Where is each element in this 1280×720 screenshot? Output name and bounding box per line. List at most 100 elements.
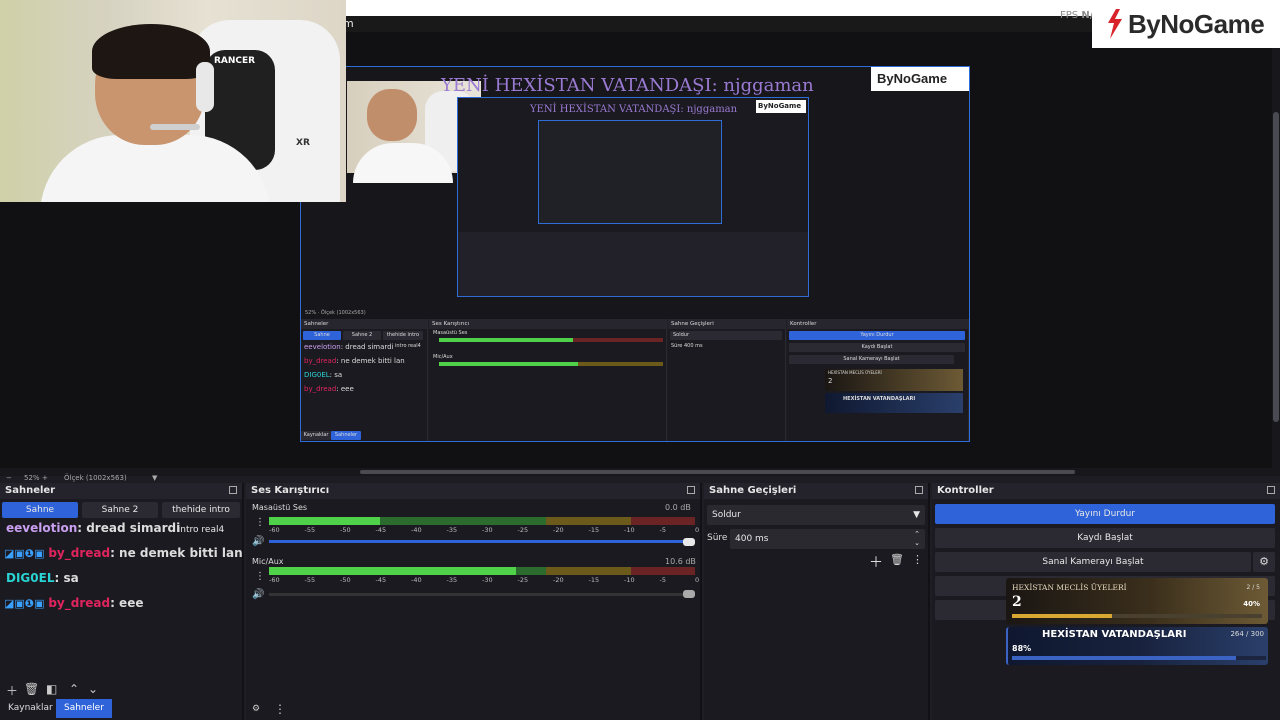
trash-icon[interactable]: 🗑 (890, 553, 904, 566)
move-down-icon[interactable]: ⌄ (88, 682, 98, 696)
move-up-icon[interactable]: ⌃ (69, 682, 79, 696)
chat-message: : ne demek bitti lan (110, 546, 243, 560)
scale-dropdown-icon[interactable]: ▼ (152, 474, 157, 482)
council-count: 2 / 5 (1246, 584, 1260, 591)
duration-input[interactable]: 400 ms ⌃ ⌄ (730, 529, 925, 549)
council-progress (1012, 614, 1262, 618)
zoom-minus-icon[interactable]: − (6, 474, 12, 482)
chat-line-1: eevelotion: dread simardi (6, 521, 180, 535)
nested-inner-logo: ByNoGame (756, 100, 806, 113)
volume-slider[interactable] (269, 593, 695, 596)
nested-start-record: Kaydı Başlat (789, 343, 965, 352)
chat-user: eevelotion (6, 521, 78, 535)
transition-select[interactable]: Soldur ▼ (707, 505, 925, 525)
start-record-button[interactable]: Kaydı Başlat (935, 528, 1275, 548)
tick-label: 0 (695, 526, 700, 534)
tick-label: -45 (375, 576, 387, 584)
nested-scenes-tab: Sahneler (331, 431, 361, 440)
mixer-dock-title: Ses Karıştırıcı (251, 485, 330, 496)
trash-icon[interactable]: 🗑 (24, 682, 39, 696)
chat-message: : sa (54, 571, 79, 585)
council-value: 2 (1012, 594, 1022, 610)
nested-w2-title: HEXİSTAN VATANDAŞLARI (843, 396, 916, 402)
add-transition-icon[interactable]: ＋ (869, 552, 883, 572)
volume-slider[interactable] (269, 540, 695, 543)
duration-label: Süre (707, 533, 728, 543)
nested-banner: YENİ HEXİSTAN VATANDAŞI: njggaman (441, 75, 814, 96)
virtual-camera-button[interactable]: Sanal Kamerayı Başlat (935, 552, 1251, 572)
scene-tab-thehide-intro[interactable]: thehide intro (162, 502, 240, 518)
citizens-count: 264 / 300 (1230, 630, 1264, 638)
gear-icon[interactable]: ⚙ (1253, 552, 1275, 572)
tick-label: -30 (482, 576, 493, 584)
nested-chat-1: eevelotion: dread simardi (304, 343, 394, 351)
nested-zoom: 52% · Ölçek (1002x563) (305, 310, 366, 316)
tab-sahneler[interactable]: Sahneler (56, 699, 112, 718)
nested-inner-preview: YENİ HEXİSTAN VATANDAŞI: njggaman ByNoGa… (457, 97, 809, 297)
scene-tab-sahne-2[interactable]: Sahne 2 (82, 502, 158, 518)
tick-label: -20 (553, 526, 564, 534)
tick-label: -35 (446, 526, 458, 534)
nested-docks: Sahneler Sahne Sahne 2 thehide intro eev… (301, 319, 969, 441)
chair-brand: RANCER (214, 56, 256, 66)
nested-preview: YENİ HEXİSTAN VATANDAŞI: njggaman ByNoGa… (300, 66, 970, 442)
advanced-audio-icon[interactable]: ⚙ (252, 704, 260, 714)
nested-mixer-title: Ses Karıştırıcı (429, 319, 666, 329)
zoom-level[interactable]: 52% (24, 474, 40, 482)
preview-horizontal-scrollbar[interactable] (0, 468, 1280, 476)
zoom-plus-icon[interactable]: + (42, 474, 48, 482)
channel-name: Masaüstü Ses (252, 503, 308, 512)
council-widget: HEXİSTAN MECLİS ÜYELERİ 2 / 5 2 40% (1006, 578, 1268, 624)
nested-intro: intro real4 (395, 343, 421, 349)
tick-label: -25 (517, 526, 529, 534)
nested-scenes-title: Sahneler (301, 319, 427, 329)
nested-duration: Süre 400 ms (671, 343, 703, 349)
level-meter (269, 567, 695, 575)
undock-icon[interactable] (687, 486, 695, 494)
meter-ticks: -60 -55 -50 -45 -40 -35 -30 -25 -20 -15 -10 -5 0 (263, 576, 703, 586)
stop-stream-button[interactable]: Yayını Durdur (935, 504, 1275, 524)
nested-tab-3: thehide intro (383, 331, 423, 340)
stepper-icon[interactable]: ⌃ ⌄ (914, 530, 920, 548)
volume-slider-handle[interactable] (683, 538, 695, 546)
level-meter (269, 517, 695, 525)
tick-label: -5 (659, 576, 666, 584)
nested-transitions-title: Sahne Geçişleri (668, 319, 785, 329)
scale-readout[interactable]: Ölçek (1002x563) (64, 474, 127, 482)
badge-icons: ◪▣❶▣ (4, 547, 49, 560)
nested-controls-title: Kontroller (787, 319, 968, 329)
undock-icon[interactable] (915, 486, 923, 494)
undock-icon[interactable] (229, 486, 237, 494)
channel-db: 10.6 dB (665, 557, 696, 566)
citizens-percent: 88% (1012, 644, 1032, 653)
transitions-dock-title: Sahne Geçişleri (709, 485, 797, 496)
tick-label: -55 (304, 576, 316, 584)
tick-label: -20 (553, 576, 564, 584)
undock-icon[interactable] (1267, 486, 1275, 494)
mixer-menu-icon[interactable]: ⋮ (274, 702, 286, 716)
channel-name: Mic/Aux (252, 557, 284, 566)
speaker-icon[interactable]: 🔊 (252, 536, 264, 547)
controls-dock-title: Kontroller (937, 485, 994, 496)
preview-vertical-scrollbar[interactable] (1272, 32, 1280, 468)
nested-virtual-cam: Sanal Kamerayı Başlat (789, 355, 954, 364)
volume-slider-handle[interactable] (683, 590, 695, 598)
speaker-icon[interactable]: 🔊 (252, 589, 264, 600)
nested-chat-4: by_dread: eee (304, 385, 354, 393)
nested-mic-label: Mic/Aux (433, 354, 453, 360)
chat-user: by_dread (48, 546, 111, 560)
nested-chat-3: DIG0EL: sa (304, 371, 343, 379)
tick-label: -25 (517, 576, 529, 584)
chat-line-2: ◪▣❶▣ by_dread: ne demek bitti lan (4, 546, 243, 560)
scene-tab-sahne[interactable]: Sahne (2, 502, 78, 518)
citizens-progress (1012, 656, 1266, 660)
tick-label: -15 (588, 526, 600, 534)
filter-icon[interactable]: ◧ (46, 682, 57, 696)
channel-db: 0.0 dB (665, 503, 691, 512)
tab-kaynaklar[interactable]: Kaynaklar (0, 699, 61, 718)
transition-menu-icon[interactable]: ⋮ (912, 553, 923, 566)
add-scene-icon[interactable]: ＋ (6, 682, 18, 699)
nested-stop-stream: Yayını Durdur (789, 331, 965, 340)
citizens-title: HEXİSTAN VATANDAŞLARI (1042, 629, 1187, 640)
nested-tab-2: Sahne 2 (343, 331, 381, 340)
